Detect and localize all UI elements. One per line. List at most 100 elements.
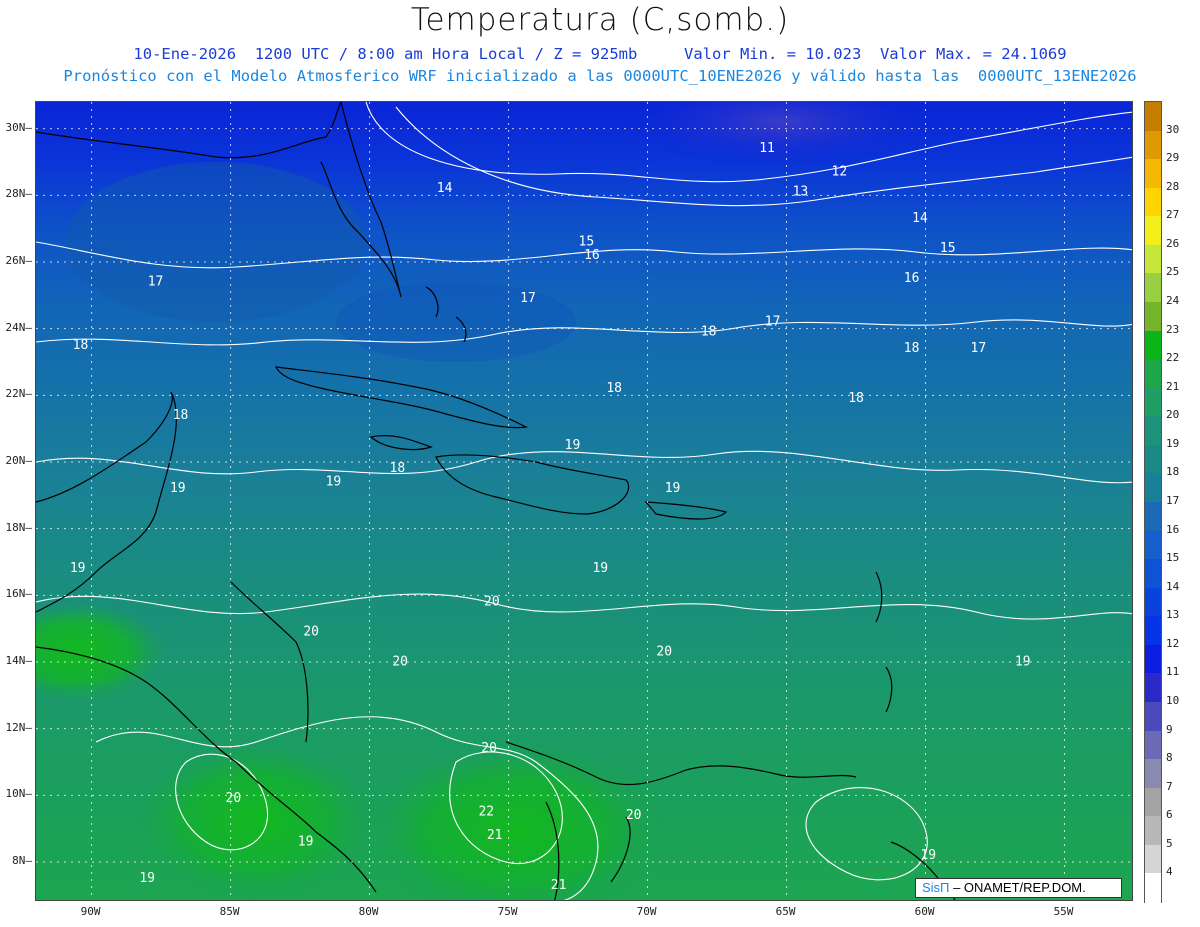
color-scale-swatch xyxy=(1145,102,1161,132)
color-scale-tick: 11 xyxy=(1166,665,1180,679)
color-scale-swatch xyxy=(1145,216,1161,246)
color-scale-tick: 18 xyxy=(1166,465,1180,479)
lat-tick-label: 30N– xyxy=(5,120,33,134)
warm-area-central-america xyxy=(136,742,376,900)
lat-tick-label: 26N– xyxy=(5,254,33,267)
color-scale-tick: 16 xyxy=(1166,522,1180,536)
color-scale-tick: 20 xyxy=(1166,408,1180,422)
lat-tick-label: 24N– xyxy=(5,320,33,334)
color-scale-tick: 10 xyxy=(1166,694,1180,707)
contour-label-18: 18 xyxy=(701,325,717,340)
contour-label-19: 19 xyxy=(565,438,581,453)
contour-label-21: 21 xyxy=(551,878,567,893)
contour-label-20: 20 xyxy=(303,625,319,640)
lon-tick-label: 75W xyxy=(497,905,518,918)
color-scale-swatch xyxy=(1145,416,1161,446)
lon-tick-label: 65W xyxy=(775,905,796,918)
color-scale-swatch xyxy=(1145,330,1161,360)
contour-label-20: 20 xyxy=(226,791,242,806)
lat-tick-label: 16N– xyxy=(5,587,33,601)
lon-tick-label: 90W xyxy=(80,905,101,918)
contour-label-18: 18 xyxy=(173,408,189,423)
contour-label-14: 14 xyxy=(912,211,928,226)
contour-label-15: 15 xyxy=(940,241,956,256)
color-scale-swatch xyxy=(1145,759,1161,789)
contour-label-19: 19 xyxy=(592,561,608,576)
contour-label-17: 17 xyxy=(971,341,987,356)
lat-tick-label: 18N– xyxy=(5,520,33,534)
color-scale-swatch xyxy=(1145,244,1161,274)
color-scale-swatch xyxy=(1145,273,1161,303)
contour-label-18: 18 xyxy=(606,381,622,396)
model-info-line: Pronóstico con el Modelo Atmosferico WRF… xyxy=(63,67,1137,85)
color-scale-swatch xyxy=(1145,673,1161,703)
color-scale-tick: 4 xyxy=(1166,865,1173,879)
color-scale-tick: 21 xyxy=(1166,379,1180,393)
temperature-map: 11 12 13 14 14 15 15 16 16 17 17 17 17 18 18 18 18 18 18 18… xyxy=(35,101,1133,901)
color-scale-swatch xyxy=(1145,359,1161,389)
contour-label-19: 19 xyxy=(70,561,86,576)
color-scale-swatch xyxy=(1145,302,1161,332)
contour-label-22: 22 xyxy=(478,805,494,820)
contour-label-19: 19 xyxy=(326,475,342,490)
lon-tick-label: 85W xyxy=(219,905,240,918)
color-scale-swatch xyxy=(1145,787,1161,817)
contour-label-19: 19 xyxy=(920,848,936,863)
contour-label-13: 13 xyxy=(793,185,809,200)
contour-label-12: 12 xyxy=(832,165,848,180)
contour-label-20: 20 xyxy=(392,655,408,670)
color-scale-swatch xyxy=(1145,616,1161,646)
contour-label-19: 19 xyxy=(665,481,681,496)
color-scale-tick: 27 xyxy=(1166,208,1180,222)
contour-label-18: 18 xyxy=(848,391,864,406)
forecast-info-line: 10-Ene-2026 1200 UTC / 8:00 am Hora Loca… xyxy=(133,45,1067,63)
contour-label-11: 11 xyxy=(759,141,775,156)
color-scale-tick: 5 xyxy=(1166,836,1173,850)
contour-label-18: 18 xyxy=(390,461,406,476)
color-scale-tick: 29 xyxy=(1166,151,1180,165)
cool-area-bahamas xyxy=(336,282,576,362)
lat-tick-label: 10N– xyxy=(5,787,33,801)
contour-label-17: 17 xyxy=(765,315,781,330)
contour-label-20: 20 xyxy=(481,741,497,756)
color-scale-swatch xyxy=(1145,387,1161,417)
color-scale-tick: 28 xyxy=(1166,179,1180,193)
lat-tick-label: 28N– xyxy=(5,187,33,201)
contour-label-19: 19 xyxy=(298,835,314,850)
color-scale-swatch xyxy=(1145,844,1161,874)
color-scale-tick: 12 xyxy=(1166,636,1180,650)
credit-text: – ONAMET/REP.DOM. xyxy=(953,880,1086,895)
color-scale-tick: 23 xyxy=(1166,322,1180,336)
sispi-logo: SisΠ xyxy=(922,880,950,895)
lon-tick-label: 60W xyxy=(914,905,935,918)
lat-tick-label: 22N– xyxy=(5,387,33,401)
lon-tick-label: 70W xyxy=(636,905,657,918)
color-scale-tick: 26 xyxy=(1166,236,1180,250)
contour-label-16: 16 xyxy=(584,248,600,263)
color-scale-tick: 17 xyxy=(1166,494,1180,507)
contour-label-19: 19 xyxy=(1015,655,1031,670)
contour-label-16: 16 xyxy=(904,271,920,286)
color-scale-swatch xyxy=(1145,702,1161,732)
color-scale-tick: 19 xyxy=(1166,436,1180,450)
color-scale-swatch xyxy=(1145,473,1161,503)
lon-tick-label: 55W xyxy=(1053,905,1074,918)
lat-tick-label: 14N– xyxy=(5,654,33,667)
contour-label-14: 14 xyxy=(437,181,453,196)
color-scale-tick: 30 xyxy=(1166,122,1180,136)
cool-area-gulf xyxy=(66,162,366,322)
color-scale-tick: 24 xyxy=(1166,294,1180,307)
color-scale-swatch xyxy=(1145,559,1161,589)
color-scale-bar xyxy=(1144,101,1162,903)
color-scale-tick: 15 xyxy=(1166,551,1180,565)
lat-tick-label: 20N– xyxy=(5,454,33,467)
contour-label-17: 17 xyxy=(148,275,164,290)
color-scale-swatch xyxy=(1145,730,1161,760)
lat-tick-label: 8N– xyxy=(12,854,32,867)
color-scale-swatch xyxy=(1145,644,1161,674)
contour-label-19: 19 xyxy=(170,481,186,496)
contour-label-17: 17 xyxy=(520,291,536,306)
color-scale-swatch xyxy=(1145,816,1161,846)
contour-label-20: 20 xyxy=(484,595,500,610)
contour-label-18: 18 xyxy=(904,341,920,356)
